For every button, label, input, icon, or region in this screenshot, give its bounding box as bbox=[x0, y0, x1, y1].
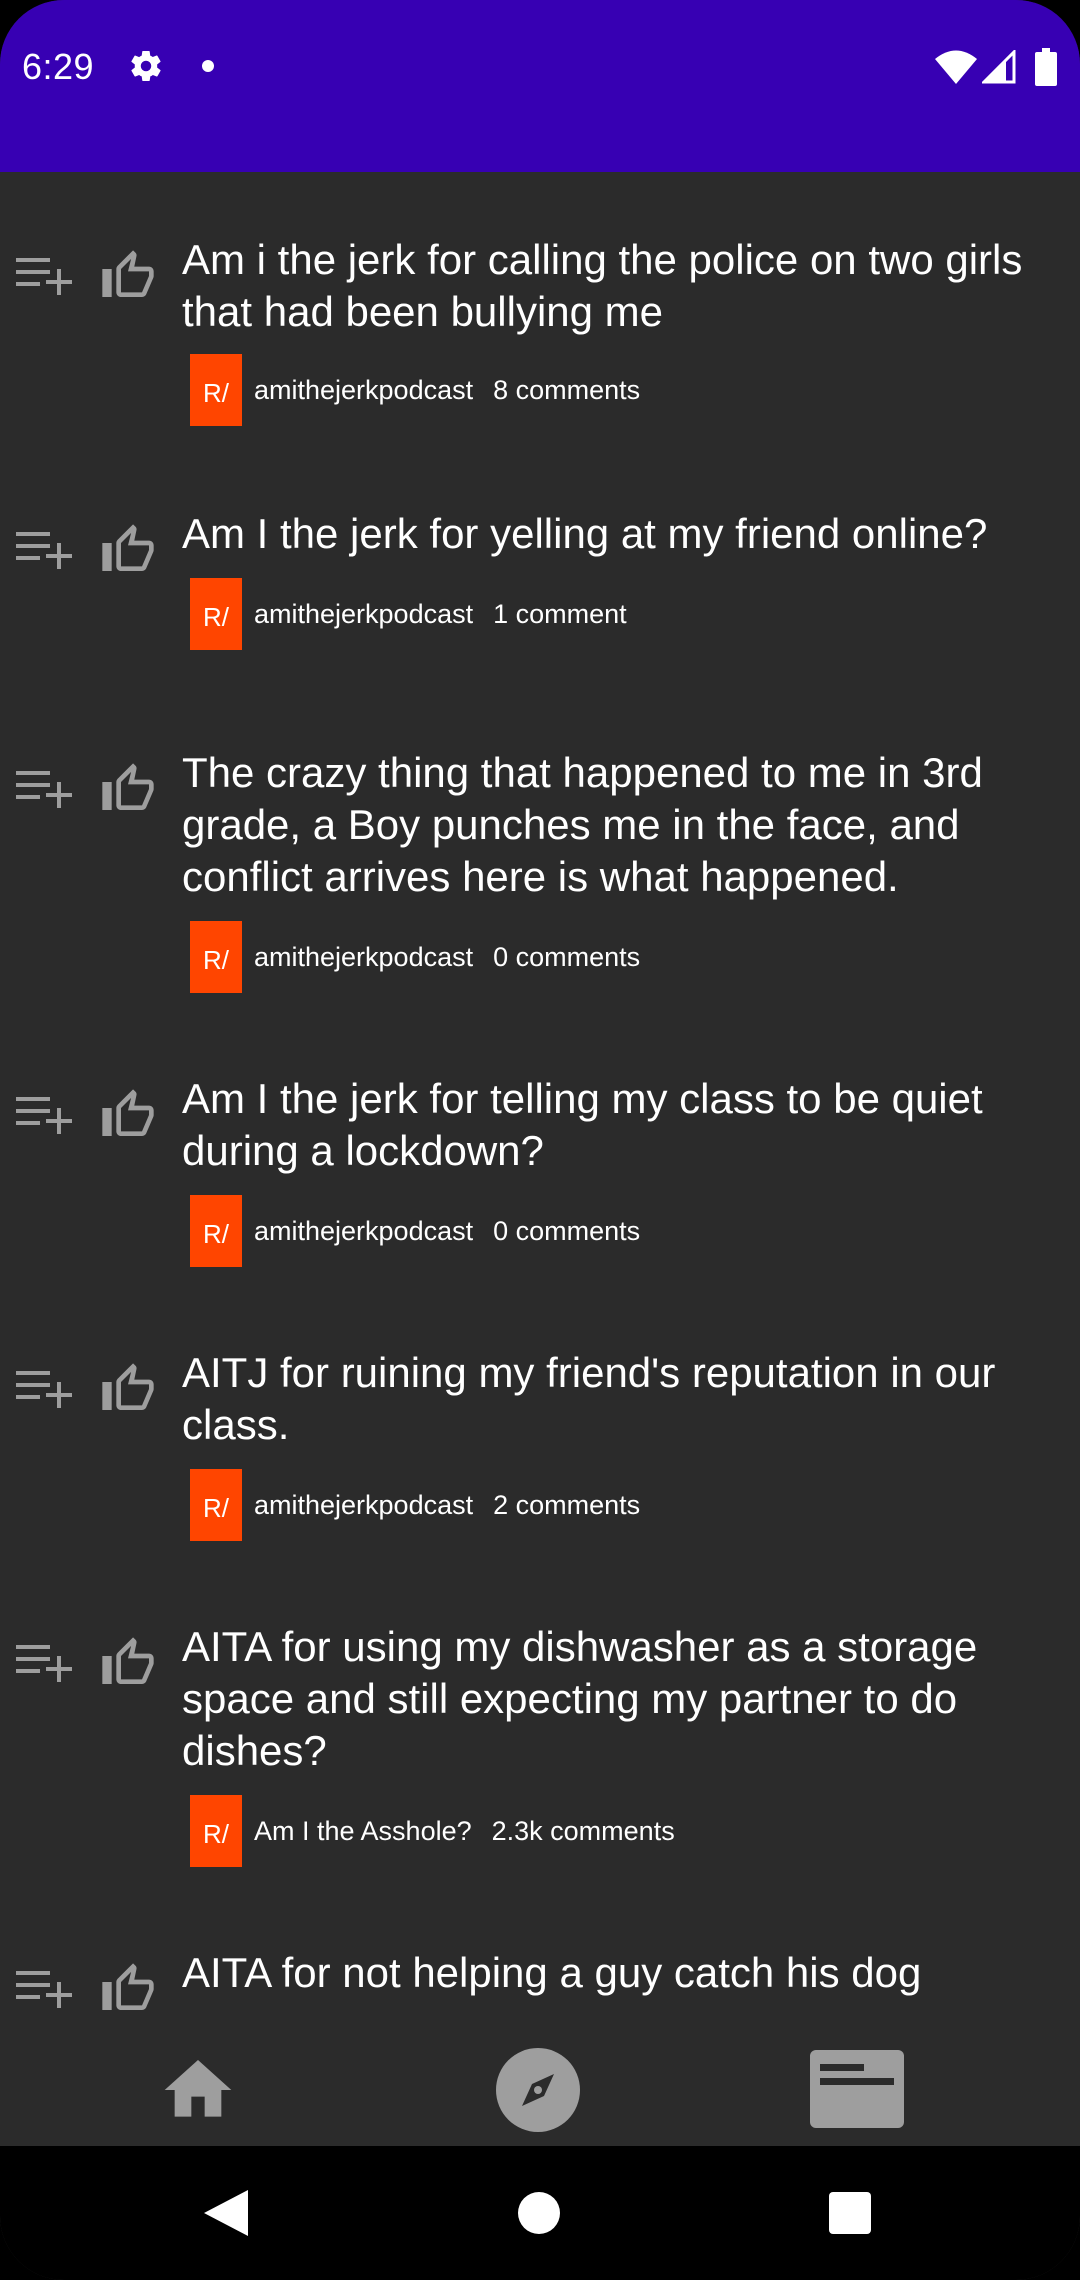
post-meta: R/ Am I the Asshole? 2.3k comments bbox=[190, 1795, 675, 1867]
recents-square-icon[interactable] bbox=[829, 2192, 871, 2234]
subreddit-name[interactable]: amithejerkpodcast bbox=[254, 942, 473, 973]
post-meta: R/ amithejerkpodcast 1 comment bbox=[190, 578, 627, 650]
post-title[interactable]: Am I the jerk for yelling at my friend o… bbox=[182, 508, 1062, 560]
add-to-queue-icon[interactable] bbox=[16, 1643, 72, 1687]
post-meta: R/ amithejerkpodcast 2 comments bbox=[190, 1469, 640, 1541]
subreddit-name[interactable]: amithejerkpodcast bbox=[254, 1490, 473, 1521]
add-to-queue-icon[interactable] bbox=[16, 256, 72, 300]
comment-count[interactable]: 0 comments bbox=[493, 942, 640, 973]
home-circle-icon[interactable] bbox=[518, 2192, 560, 2234]
comment-count[interactable]: 1 comment bbox=[493, 599, 627, 630]
post-item[interactable]: Am I the jerk for yelling at my friend o… bbox=[0, 510, 1080, 676]
add-to-queue-icon[interactable] bbox=[16, 769, 72, 813]
comment-count[interactable]: 0 comments bbox=[493, 1216, 640, 1247]
thumbs-up-icon[interactable] bbox=[98, 1635, 158, 1691]
subreddit-name[interactable]: Am I the Asshole? bbox=[254, 1816, 472, 1847]
back-icon[interactable] bbox=[204, 2190, 248, 2236]
signal-icon bbox=[982, 50, 1016, 84]
thumbs-up-icon[interactable] bbox=[98, 1361, 158, 1417]
thumbs-up-icon[interactable] bbox=[98, 1087, 158, 1143]
bottom-navigation bbox=[0, 2030, 1080, 2146]
comment-count[interactable]: 8 comments bbox=[493, 375, 640, 406]
notification-dot-icon bbox=[202, 60, 214, 72]
subreddit-badge: R/ bbox=[190, 921, 242, 993]
thumbs-up-icon[interactable] bbox=[98, 248, 158, 304]
post-meta: R/ amithejerkpodcast 0 comments bbox=[190, 921, 640, 993]
post-title[interactable]: AITJ for ruining my friend's reputation … bbox=[182, 1347, 1062, 1451]
post-item[interactable]: Am I the jerk for telling my class to be… bbox=[0, 1075, 1080, 1281]
post-meta: R/ amithejerkpodcast 8 comments bbox=[190, 354, 640, 426]
post-item[interactable]: The crazy thing that happened to me in 3… bbox=[0, 749, 1080, 1005]
subreddit-badge: R/ bbox=[190, 354, 242, 426]
subreddit-name[interactable]: amithejerkpodcast bbox=[254, 375, 473, 406]
comment-count[interactable]: 2.3k comments bbox=[492, 1816, 675, 1847]
subreddit-name[interactable]: amithejerkpodcast bbox=[254, 599, 473, 630]
add-to-queue-icon[interactable] bbox=[16, 1969, 72, 2013]
thumbs-up-icon[interactable] bbox=[98, 1961, 158, 2017]
add-to-queue-icon[interactable] bbox=[16, 530, 72, 574]
subreddit-badge: R/ bbox=[190, 1795, 242, 1867]
battery-icon bbox=[1035, 48, 1057, 86]
post-title[interactable]: AITA for using my dishwasher as a storag… bbox=[182, 1621, 1062, 1777]
thumbs-up-icon[interactable] bbox=[98, 761, 158, 817]
post-title[interactable]: Am I the jerk for telling my class to be… bbox=[182, 1073, 1062, 1177]
subreddit-badge: R/ bbox=[190, 1469, 242, 1541]
post-item[interactable]: AITJ for ruining my friend's reputation … bbox=[0, 1349, 1080, 1555]
app-bar: 6:29 bbox=[0, 0, 1080, 172]
subreddit-badge: R/ bbox=[190, 1195, 242, 1267]
system-navigation bbox=[0, 2146, 1080, 2280]
explore-compass-icon[interactable] bbox=[496, 2048, 580, 2132]
thumbs-up-icon[interactable] bbox=[98, 522, 158, 578]
post-title[interactable]: Am i the jerk for calling the police on … bbox=[182, 234, 1062, 338]
wifi-icon bbox=[935, 50, 977, 84]
feed-card-icon[interactable] bbox=[810, 2050, 904, 2128]
post-title[interactable]: The crazy thing that happened to me in 3… bbox=[182, 747, 1062, 903]
post-item[interactable]: AITA for not helping a guy catch his dog bbox=[0, 1949, 1080, 2030]
post-item[interactable]: Am i the jerk for calling the police on … bbox=[0, 236, 1080, 442]
subreddit-name[interactable]: amithejerkpodcast bbox=[254, 1216, 473, 1247]
gear-icon bbox=[131, 51, 161, 82]
post-title[interactable]: AITA for not helping a guy catch his dog bbox=[182, 1947, 1062, 1999]
subreddit-badge: R/ bbox=[190, 578, 242, 650]
post-meta: R/ amithejerkpodcast 0 comments bbox=[190, 1195, 640, 1267]
status-time: 6:29 bbox=[22, 46, 95, 87]
add-to-queue-icon[interactable] bbox=[16, 1095, 72, 1139]
post-item[interactable]: AITA for using my dishwasher as a storag… bbox=[0, 1623, 1080, 1879]
post-feed[interactable]: Am i the jerk for calling the police on … bbox=[0, 172, 1080, 2030]
comment-count[interactable]: 2 comments bbox=[493, 1490, 640, 1521]
add-to-queue-icon[interactable] bbox=[16, 1369, 72, 1413]
app-screen: 6:29 Am i the jerk for calling the polic bbox=[0, 0, 1080, 2280]
home-icon[interactable] bbox=[156, 2050, 240, 2130]
